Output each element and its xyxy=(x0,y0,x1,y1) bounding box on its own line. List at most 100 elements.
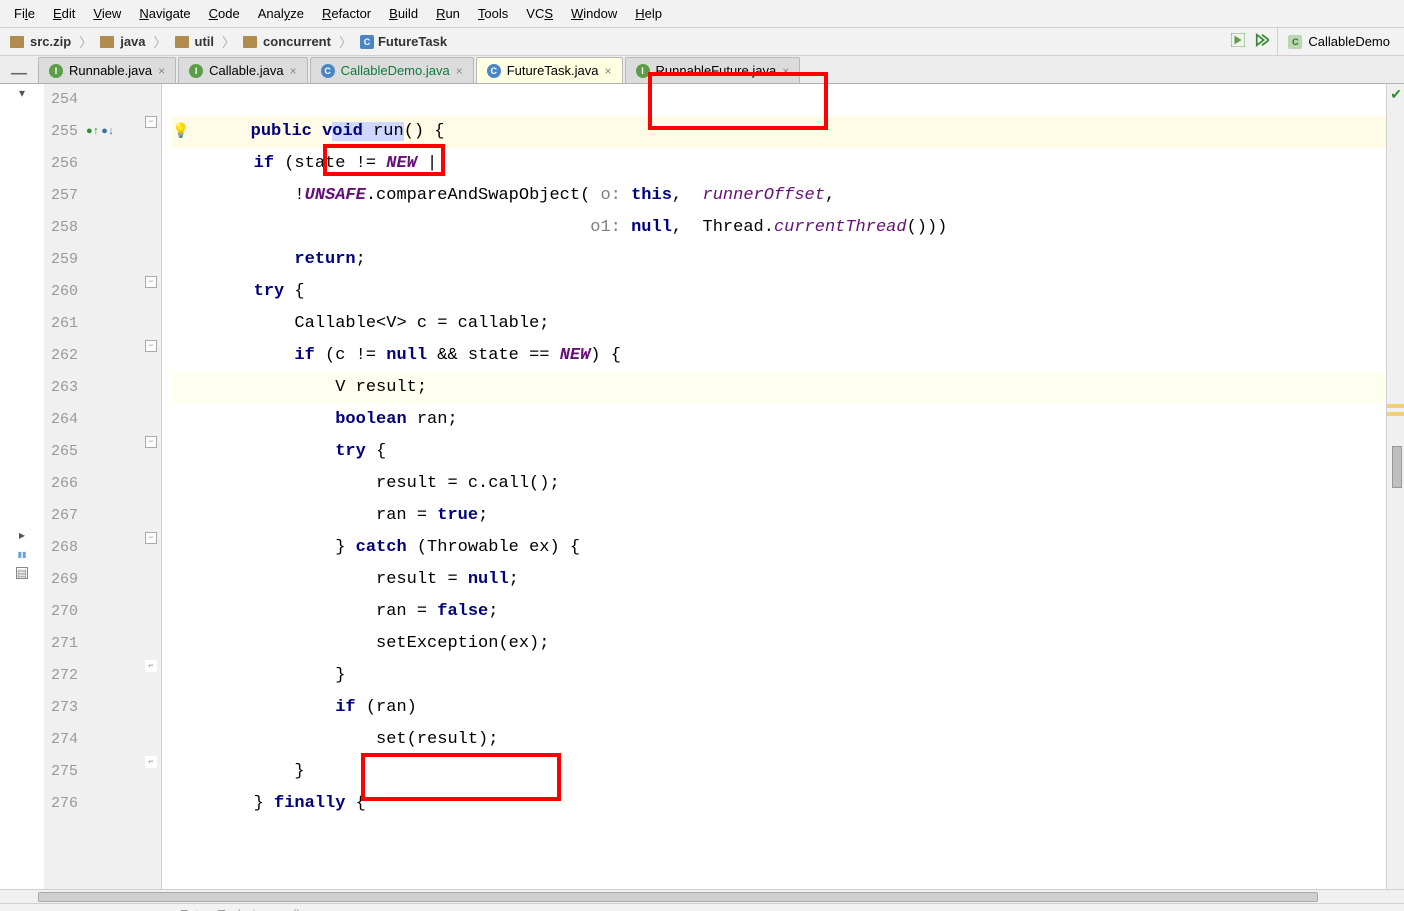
close-icon[interactable]: × xyxy=(158,64,165,78)
gutter-icons: ●↑●↓ − − − − − ⌐ ⌐ xyxy=(84,84,162,889)
close-icon[interactable]: × xyxy=(605,64,612,78)
breadcrumb-src.zip[interactable]: src.zip xyxy=(4,34,77,49)
line-number-gutter: 2542552562572582592602612622632642652662… xyxy=(44,84,84,889)
code-line[interactable]: try { xyxy=(172,436,1386,468)
structure-icon[interactable]: ▤ xyxy=(16,567,28,579)
intention-bulb-icon[interactable]: 💡 xyxy=(172,124,189,140)
tab-runnablefuture-java[interactable]: IRunnableFuture.java× xyxy=(625,57,801,83)
class-icon: C xyxy=(321,64,335,78)
line-number: 265 xyxy=(44,436,78,468)
inspection-ok-icon: ✔ xyxy=(1390,86,1402,103)
fold-toggle[interactable]: − xyxy=(145,116,157,128)
menu-window[interactable]: Window xyxy=(563,4,625,23)
line-number: 254 xyxy=(44,84,78,116)
collapse-button[interactable]: — xyxy=(0,65,38,83)
menu-code[interactable]: Code xyxy=(201,4,248,23)
code-line[interactable]: setException(ex); xyxy=(172,628,1386,660)
interface-icon: I xyxy=(49,64,63,78)
fold-toggle[interactable]: − xyxy=(145,340,157,352)
code-line[interactable]: Callable<V> c = callable; xyxy=(172,308,1386,340)
menu-navigate[interactable]: Navigate xyxy=(131,4,198,23)
select-config-icon[interactable] xyxy=(1255,33,1269,50)
tab-runnable-java[interactable]: IRunnable.java× xyxy=(38,57,176,83)
line-number: 255 xyxy=(44,116,78,148)
tab-callabledemo-java[interactable]: CCallableDemo.java× xyxy=(310,57,474,83)
fold-end[interactable]: ⌐ xyxy=(145,660,157,672)
chevron-down-icon[interactable]: ▾ xyxy=(19,86,25,100)
error-stripe[interactable]: ✔ xyxy=(1386,84,1404,889)
breadcrumb-util[interactable]: util xyxy=(169,34,221,49)
h-scroll-thumb[interactable] xyxy=(38,892,1318,902)
code-line[interactable]: result = null; xyxy=(172,564,1386,596)
menu-help[interactable]: Help xyxy=(627,4,670,23)
code-line[interactable]: if (ran) xyxy=(172,692,1386,724)
run-config-label[interactable]: C CallableDemo xyxy=(1277,28,1400,55)
code-line[interactable] xyxy=(172,84,1386,116)
fold-toggle[interactable]: − xyxy=(145,532,157,544)
run-icon[interactable] xyxy=(1231,33,1245,50)
code-line[interactable]: result = c.call(); xyxy=(172,468,1386,500)
menu-analyze[interactable]: Analyze xyxy=(250,4,312,23)
tab-callable-java[interactable]: ICallable.java× xyxy=(178,57,307,83)
interface-icon: I xyxy=(189,64,203,78)
menu-view[interactable]: View xyxy=(85,4,129,23)
close-icon[interactable]: × xyxy=(290,64,297,78)
chevron-right-icon[interactable]: ▸ xyxy=(19,528,25,542)
line-number: 272 xyxy=(44,660,78,692)
code-line[interactable]: if (c != null && state == NEW) { xyxy=(172,340,1386,372)
menu-refactor[interactable]: Refactor xyxy=(314,4,379,23)
overridden-icon[interactable]: ●↓ xyxy=(101,116,114,148)
line-number: 275 xyxy=(44,756,78,788)
code-line[interactable]: boolean ran; xyxy=(172,404,1386,436)
code-line[interactable]: } finally { xyxy=(172,788,1386,820)
code-line[interactable]: return; xyxy=(172,244,1386,276)
fold-toggle[interactable]: − xyxy=(145,436,157,448)
code-line[interactable]: V result; xyxy=(172,372,1386,404)
line-number: 260 xyxy=(44,276,78,308)
menu-build[interactable]: Build xyxy=(381,4,426,23)
breadcrumb-java[interactable]: java xyxy=(94,34,151,49)
code-editor[interactable]: 💡 public void run() { if (state != NEW |… xyxy=(162,84,1386,889)
code-line[interactable]: } xyxy=(172,660,1386,692)
line-number: 262 xyxy=(44,340,78,372)
code-line[interactable]: !UNSAFE.compareAndSwapObject( o: this, r… xyxy=(172,180,1386,212)
close-icon[interactable]: × xyxy=(782,64,789,78)
code-line[interactable]: 💡 public void run() { xyxy=(172,116,1386,148)
line-number: 263 xyxy=(44,372,78,404)
folder-icon xyxy=(243,36,257,48)
fold-end[interactable]: ⌐ xyxy=(145,756,157,768)
breadcrumb-futuretask[interactable]: CFutureTask xyxy=(354,34,453,49)
code-line[interactable]: ran = true; xyxy=(172,500,1386,532)
breadcrumb-concurrent[interactable]: concurrent xyxy=(237,34,337,49)
code-line[interactable]: try { xyxy=(172,276,1386,308)
menu-edit[interactable]: Edit xyxy=(45,4,83,23)
crumb-class[interactable]: FutureTask xyxy=(180,907,244,911)
crumb-method[interactable]: run() xyxy=(273,907,300,911)
bars-icon[interactable]: ▮▮ xyxy=(18,550,27,559)
line-number: 258 xyxy=(44,212,78,244)
line-number: 259 xyxy=(44,244,78,276)
folder-icon xyxy=(175,36,189,48)
scrollbar-thumb[interactable] xyxy=(1392,446,1402,488)
code-line[interactable]: set(result); xyxy=(172,724,1386,756)
menu-file[interactable]: File xyxy=(6,4,43,23)
code-line[interactable]: ran = false; xyxy=(172,596,1386,628)
menu-run[interactable]: Run xyxy=(428,4,468,23)
code-line[interactable]: o1: null, Thread.currentThread())) xyxy=(172,212,1386,244)
fold-toggle[interactable]: − xyxy=(145,276,157,288)
line-number: 264 xyxy=(44,404,78,436)
tab-futuretask-java[interactable]: CFutureTask.java× xyxy=(476,57,623,83)
left-tool-gutter: ▾ ▸ ▮▮ ▤ xyxy=(0,84,44,889)
menu-vcs[interactable]: VCS xyxy=(518,4,561,23)
code-line[interactable]: if (state != NEW || xyxy=(172,148,1386,180)
close-icon[interactable]: × xyxy=(456,64,463,78)
line-number: 261 xyxy=(44,308,78,340)
menu-tools[interactable]: Tools xyxy=(470,4,516,23)
interface-icon: I xyxy=(636,64,650,78)
code-line[interactable]: } xyxy=(172,756,1386,788)
code-line[interactable]: } catch (Throwable ex) { xyxy=(172,532,1386,564)
override-icon[interactable]: ●↑ xyxy=(86,116,99,148)
line-number: 269 xyxy=(44,564,78,596)
horizontal-scrollbar[interactable] xyxy=(0,889,1404,903)
class-icon: C xyxy=(360,35,374,49)
